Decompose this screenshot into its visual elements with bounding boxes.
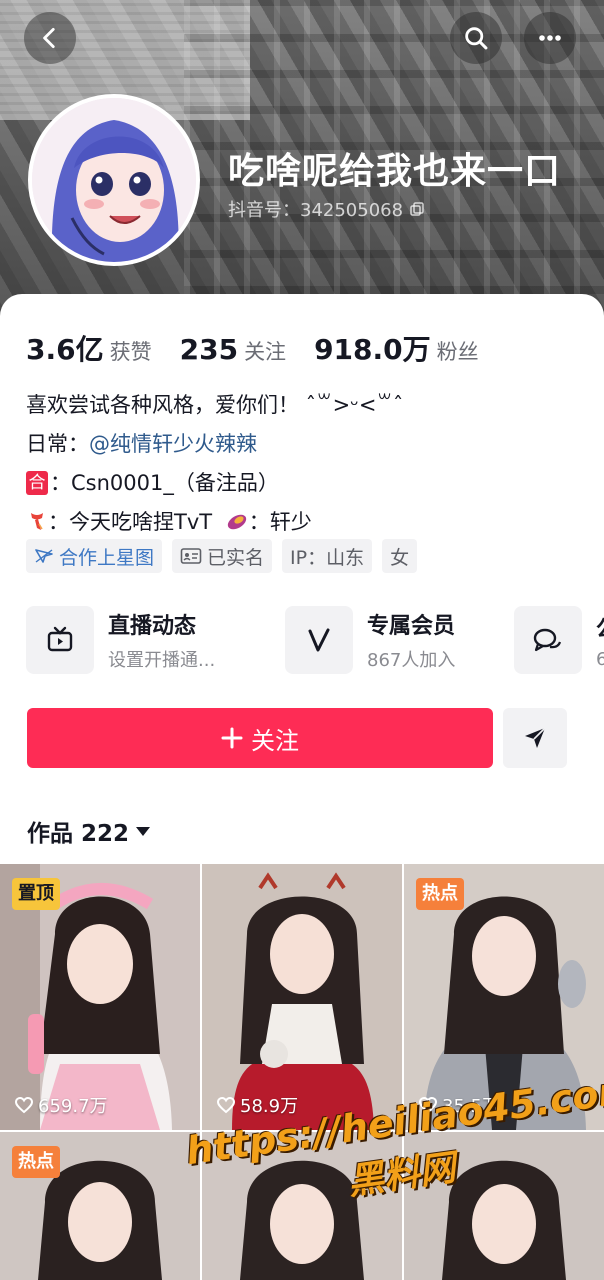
stat-likes-value: 3.6亿	[26, 333, 104, 366]
bio-line-3-text: ：Csn0001_（备注品）	[50, 471, 279, 495]
feature-group-subtitle: 6	[596, 648, 604, 670]
video-grid: 置顶 659.7万 58.9万 热点 35.5万 热点	[0, 864, 604, 1280]
tag-verified[interactable]: 已实名	[172, 539, 273, 573]
avatar-illustration	[32, 98, 196, 262]
send-message-button[interactable]	[503, 708, 567, 768]
feature-membership-title: 专属会员	[367, 614, 456, 639]
stat-following-value: 235	[179, 333, 239, 366]
follow-button-label: 关注	[251, 726, 299, 755]
tag-star-map-label: 合作上星图	[59, 546, 155, 569]
search-icon	[465, 27, 488, 50]
video-card[interactable]: 58.9万	[202, 864, 402, 1130]
douyin-id-text: 抖音号：342505068	[228, 200, 404, 221]
works-tab[interactable]: 作品 222	[27, 814, 151, 848]
star-map-icon	[35, 549, 53, 563]
profile-stats: 3.6亿 获赞 235 关注 918.0万 粉丝	[26, 328, 479, 368]
stat-likes-label: 获赞	[109, 340, 152, 364]
caret-down-icon	[136, 827, 151, 836]
stat-following-label: 关注	[244, 340, 287, 364]
feature-entries: 直播动态 设置开播通... 专属会员 867人加入 公 6	[26, 606, 604, 676]
feature-membership-subtitle: 867人加入	[367, 650, 456, 671]
feature-group-title: 公	[596, 611, 604, 643]
feature-live-title: 直播动态	[108, 614, 197, 639]
video-likes: 58.9万	[216, 1092, 298, 1118]
copy-icon[interactable]	[409, 201, 425, 217]
tag-ip-location: IP：山东	[282, 539, 373, 573]
works-tab-label: 作品 222	[27, 821, 130, 847]
video-thumbnail	[202, 864, 402, 1130]
id-card-icon	[180, 548, 202, 564]
video-likes: 659.7万	[14, 1092, 108, 1118]
avatar[interactable]	[28, 94, 200, 266]
tag-gender: 女	[382, 539, 418, 573]
bio-line-4-b: ：轩少	[248, 510, 312, 534]
bio-line-2-prefix: 日常：	[26, 432, 89, 456]
chevron-left-icon	[43, 27, 55, 49]
more-button[interactable]	[524, 12, 576, 64]
feature-group-chat[interactable]: 公 6	[514, 606, 604, 674]
more-dots-icon	[539, 35, 561, 41]
video-card[interactable]: 热点	[0, 1132, 200, 1280]
stat-followers-value: 918.0万	[314, 333, 431, 366]
profile-tags: 合作上星图 已实名 IP：山东 女	[26, 539, 418, 573]
stat-followers[interactable]: 918.0万 粉丝	[314, 328, 479, 368]
profile-nickname: 吃啥呢给我也来一口	[228, 151, 562, 192]
vip-v-icon	[285, 606, 353, 674]
profile-bio: 喜欢尝试各种风格，爱你们！ ˆ꒳>ᵕ<꒳ˆ 日常：@纯情轩少火辣辣 合：Csn0…	[26, 386, 403, 542]
douyin-id[interactable]: 抖音号：342505068	[228, 196, 425, 222]
feature-live-subtitle: 设置开播通...	[108, 650, 216, 671]
tag-ip-location-label: IP：山东	[290, 546, 365, 569]
paper-plane-icon	[525, 727, 546, 748]
tag-verified-label: 已实名	[207, 546, 265, 569]
tag-gender-label: 女	[390, 546, 410, 569]
scarf-icon	[31, 513, 43, 530]
bio-line-4-a: ：今天吃啥捏TvT	[48, 510, 213, 534]
hot-badge: 热点	[12, 1146, 60, 1178]
bio-mention-link[interactable]: @纯情轩少火辣辣	[89, 432, 257, 456]
feature-membership[interactable]: 专属会员 867人加入	[285, 606, 455, 674]
bio-line-1: 喜欢尝试各种风格，爱你们！ ˆ꒳>ᵕ<꒳ˆ	[26, 393, 404, 417]
tag-star-map[interactable]: 合作上星图	[26, 539, 163, 573]
bio-line-4: ：今天吃啥捏TvT ：轩少	[26, 503, 403, 542]
tv-icon	[26, 606, 94, 674]
bio-line-2: 日常：@纯情轩少火辣辣	[26, 425, 403, 464]
sweet-potato-icon	[227, 514, 246, 530]
bio-line-3: 合：Csn0001_（备注品）	[26, 464, 403, 503]
follow-button[interactable]: 关注	[27, 708, 493, 768]
heart-icon	[14, 1096, 34, 1114]
feature-live-updates[interactable]: 直播动态 设置开播通...	[26, 606, 215, 674]
stat-likes[interactable]: 3.6亿 获赞	[26, 328, 152, 368]
he-badge-icon: 合	[26, 471, 48, 495]
search-button[interactable]	[450, 12, 502, 64]
pinned-badge: 置顶	[12, 878, 60, 910]
hot-badge: 热点	[416, 878, 464, 910]
chat-bubbles-icon	[514, 606, 582, 674]
stat-followers-label: 粉丝	[436, 340, 479, 364]
stat-following[interactable]: 235 关注	[180, 333, 286, 366]
back-button[interactable]	[24, 12, 76, 64]
video-card[interactable]: 置顶 659.7万	[0, 864, 200, 1130]
plus-icon	[221, 727, 243, 749]
heart-icon	[216, 1096, 236, 1114]
video-likes-count: 659.7万	[38, 1096, 108, 1117]
